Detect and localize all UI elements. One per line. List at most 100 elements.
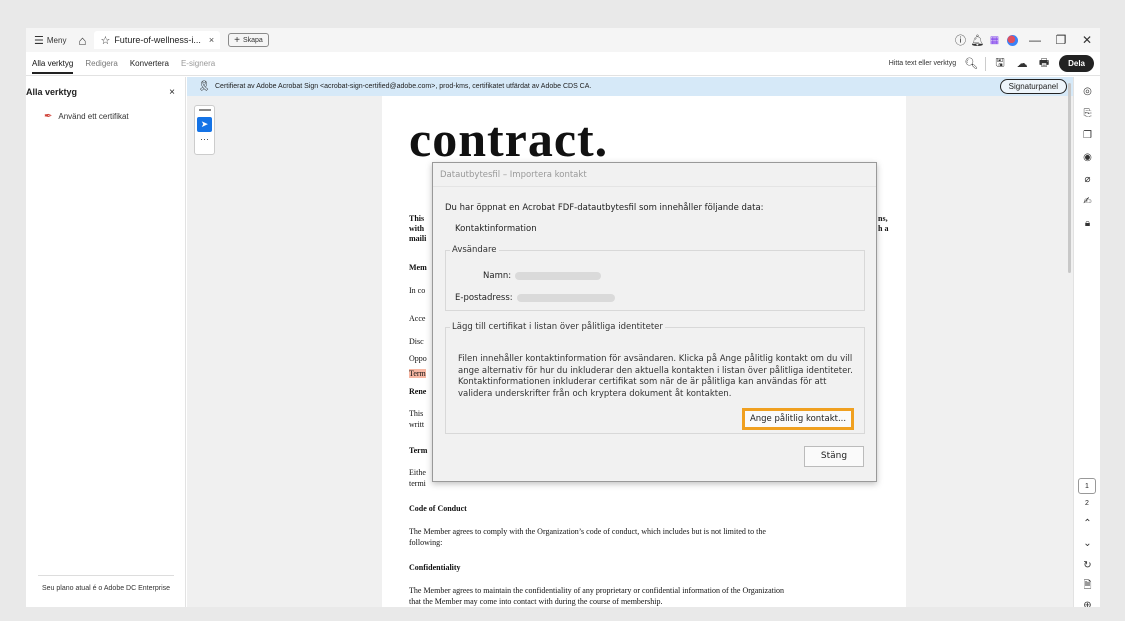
section-heading: Confidentiality: [409, 563, 461, 572]
pages-icon[interactable]: ❐: [1074, 125, 1100, 147]
dialog-title: Datautbytesfil – Importera kontakt: [433, 163, 876, 187]
doc-text: with: [409, 224, 425, 233]
rotate-icon[interactable]: ↻: [1074, 555, 1100, 577]
dialog-intro: Du har öppnat en Acrobat FDF-datautbytes…: [445, 203, 764, 213]
doc-text: The Member agrees to comply with the Org…: [409, 527, 766, 536]
doc-text: termi: [409, 479, 426, 488]
document-properties-icon[interactable]: 🗎: [1074, 575, 1100, 597]
doc-text: In co: [409, 286, 426, 295]
menu-label: Meny: [46, 35, 67, 45]
doc-text: writt: [409, 420, 425, 429]
document-title: contract.: [409, 111, 609, 167]
print-icon[interactable]: 🖶: [1033, 54, 1055, 73]
close-window-button[interactable]: ✕: [1074, 33, 1100, 47]
doc-text: Term: [409, 446, 428, 455]
page-1-button[interactable]: 1: [1078, 478, 1096, 494]
doc-text: Oppo: [409, 354, 427, 363]
use-certificate-tool[interactable]: ✒ Använd ett certifikat: [26, 111, 185, 122]
comment-icon[interactable]: ◎: [1074, 81, 1100, 103]
set-trusted-contact-button[interactable]: Ange pålitlig kontakt...: [742, 408, 854, 430]
chevron-up-icon[interactable]: ⌃: [1074, 513, 1100, 535]
menu-button[interactable]: ☰ Meny: [26, 34, 72, 47]
share-button[interactable]: Dela: [1059, 55, 1094, 72]
doc-text: maili: [409, 234, 427, 243]
sender-group: Avsändare Namn: E-postadress:: [445, 245, 865, 311]
doc-text: h a: [878, 224, 889, 233]
tab-esign-label: E-signera: [180, 59, 216, 68]
document-tab[interactable]: ☆ Future-of-wellness-i... ×: [94, 31, 221, 49]
doc-text: This: [409, 214, 425, 223]
restore-button[interactable]: ❐: [1048, 33, 1074, 47]
avatar[interactable]: [1007, 34, 1018, 46]
doc-text: ns,: [878, 214, 888, 223]
lock-icon[interactable]: 🔒︎: [1074, 213, 1100, 235]
redacted-name: [515, 272, 602, 280]
select-cursor-icon[interactable]: ➤: [197, 117, 212, 132]
doc-text: Disc: [409, 337, 424, 346]
email-label: E-postadress:: [455, 293, 513, 303]
minimize-button[interactable]: —: [1022, 33, 1048, 47]
zoom-in-icon[interactable]: ⊕: [1074, 595, 1100, 607]
doc-text: Acce: [409, 314, 426, 323]
tab-convert[interactable]: Konvertera: [124, 52, 175, 76]
close-panel-icon[interactable]: ×: [169, 87, 175, 98]
page-2-button[interactable]: 2: [1078, 496, 1096, 512]
signature-icon[interactable]: ✍︎: [1074, 191, 1100, 213]
doc-text: that the Member may come into contact wi…: [409, 597, 663, 606]
bookmark-icon[interactable]: ⎘: [1074, 103, 1100, 125]
certificate-pen-icon: ✒: [44, 111, 53, 122]
doc-text: The Member agrees to maintain the confid…: [409, 586, 785, 595]
save-icon[interactable]: 🖫: [989, 54, 1011, 73]
name-label: Namn:: [483, 271, 512, 281]
doc-text: Eithe: [409, 468, 426, 477]
doc-text: This: [409, 409, 424, 418]
use-certificate-label: Använd ett certifikat: [58, 112, 129, 121]
tab-edit-label: Redigera: [85, 59, 118, 68]
help-icon[interactable]: ⓘ: [952, 32, 969, 48]
notifications-icon[interactable]: 🔔︎: [969, 34, 986, 47]
import-contact-dialog: Datautbytesfil – Importera kontakt Du ha…: [432, 162, 877, 482]
tab-esign[interactable]: E-signera: [175, 52, 221, 76]
create-label: Skapa: [242, 36, 263, 44]
layers-icon[interactable]: ◉: [1074, 147, 1100, 169]
close-tab-icon[interactable]: ×: [209, 35, 214, 45]
upload-cloud-icon[interactable]: ☁: [1011, 57, 1033, 70]
search-icon[interactable]: 🔍︎: [960, 57, 982, 70]
tab-edit[interactable]: Redigera: [79, 52, 123, 76]
attachment-icon[interactable]: ⌀: [1074, 169, 1100, 191]
quick-tools: ➤ ···: [194, 105, 215, 155]
right-toolbar: ◎ ⎘ ❐ ◉ ⌀ ✍︎ 🔒︎ 1 2 ⌃ ⌄ ↻ 🗎 ⊕ ⊖: [1073, 77, 1100, 607]
drag-handle[interactable]: [198, 109, 211, 111]
certificate-banner: 🎗︎ Certifierat av Adobe Acrobat Sign <ac…: [187, 77, 1073, 96]
plan-footer: Seu plano atual é o Adobe DC Enterprise: [38, 575, 174, 593]
dialog-description: Filen innehåller kontaktinformation för …: [458, 354, 853, 399]
all-tools-panel: Alla verktyg × ✒ Använd ett certifikat S…: [26, 77, 186, 607]
trusted-identities-group: Lägg till certifikat i listan över pålit…: [445, 322, 865, 434]
certificate-text: Certifierat av Adobe Acrobat Sign <acrob…: [215, 83, 592, 90]
hamburger-icon: ☰: [34, 34, 44, 47]
find-text-label[interactable]: Hitta text eller verktyg: [889, 60, 956, 67]
star-icon[interactable]: ☆: [100, 34, 110, 47]
certificate-ribbon-icon: 🎗︎: [197, 81, 211, 92]
apps-grid-icon[interactable]: ▦: [986, 35, 1003, 46]
section-heading: Code of Conduct: [409, 504, 467, 513]
tab-all-tools[interactable]: Alla verktyg: [26, 52, 79, 76]
create-button[interactable]: + Skapa: [228, 33, 269, 47]
redacted-email: [516, 294, 615, 302]
close-dialog-button[interactable]: Stäng: [804, 446, 864, 467]
home-icon[interactable]: ⌂: [72, 33, 92, 48]
signature-panel-button[interactable]: Signaturpanel: [999, 79, 1067, 94]
add-certificate-legend: Lägg till certifikat i listan över pålit…: [452, 322, 663, 332]
tab-all-tools-label: Alla verktyg: [32, 53, 74, 74]
main-toolbar: Alla verktyg Redigera Konvertera E-signe…: [26, 52, 1100, 76]
more-options-icon[interactable]: ···: [195, 134, 214, 144]
document-tab-title: Future-of-wellness-i...: [114, 35, 201, 45]
vertical-scrollbar[interactable]: [1068, 83, 1071, 273]
contact-info-heading: Kontaktinformation: [455, 224, 537, 234]
tab-convert-label: Konvertera: [129, 59, 169, 68]
doc-text: Rene: [409, 387, 427, 396]
doc-text: Mem: [409, 263, 427, 272]
chevron-down-icon[interactable]: ⌄: [1074, 533, 1100, 555]
highlighted-text: Term: [409, 369, 426, 378]
panel-title: Alla verktyg: [26, 87, 78, 97]
